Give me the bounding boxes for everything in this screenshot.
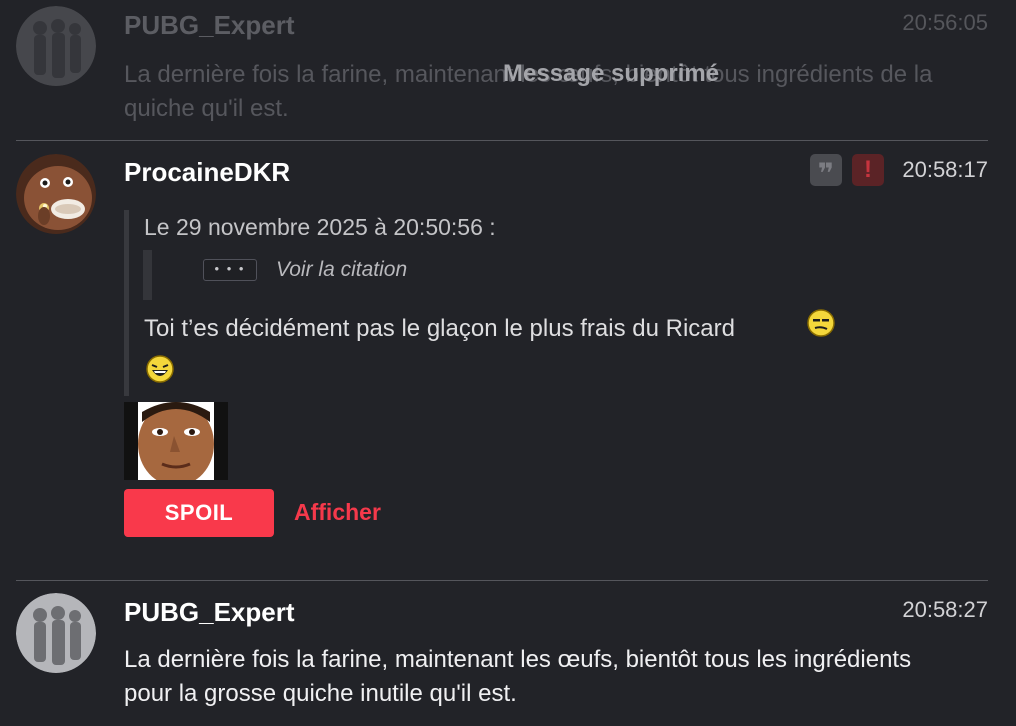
default-avatar-icon[interactable] xyxy=(16,6,96,86)
see-quote-link[interactable]: Voir la citation xyxy=(276,258,407,282)
post-author[interactable]: ProcaineDKR xyxy=(124,157,290,188)
post-last: PUBG_Expert 20:58:27 La dernière fois la… xyxy=(0,581,1016,726)
user-avatar[interactable] xyxy=(16,154,96,234)
post-deleted: PUBG_Expert 20:56:05 La dernière fois la… xyxy=(0,0,1016,140)
quote-header: Le 29 novembre 2025 à 20:50:56 : xyxy=(144,214,496,240)
show-spoiler-link[interactable]: Afficher xyxy=(294,499,381,526)
quote-icon[interactable]: ❞ xyxy=(810,154,842,189)
deleted-message-label: Message supprimé xyxy=(503,60,720,87)
post-author[interactable]: PUBG_Expert xyxy=(124,597,295,628)
post-time: 20:58:27 xyxy=(902,597,988,622)
post-time: 20:58:17 xyxy=(902,157,988,182)
post-author[interactable]: PUBG_Expert xyxy=(124,10,295,41)
laughing-smiley-icon xyxy=(146,355,174,383)
post-text: La dernière fois la farine, maintenant l… xyxy=(124,646,912,707)
post-time: 20:56:05 xyxy=(902,10,988,35)
expand-quote-button[interactable]: • • • xyxy=(203,259,257,281)
default-avatar-icon[interactable] xyxy=(16,593,96,673)
post-main: ProcaineDKR ❞ ! 20:58:17 Le 29 novembre … xyxy=(0,141,1016,581)
spoil-button[interactable]: SPOIL xyxy=(124,489,274,537)
smirk-smiley-icon xyxy=(807,309,835,337)
report-icon[interactable]: ! xyxy=(852,154,884,186)
post-text: Toi t’es décidément pas le glaçon le plu… xyxy=(144,315,735,342)
quote-block: Le 29 novembre 2025 à 20:50:56 : • • • V… xyxy=(124,210,889,396)
nested-quote: • • • Voir la citation xyxy=(143,250,752,300)
sticker-image[interactable] xyxy=(124,402,228,480)
